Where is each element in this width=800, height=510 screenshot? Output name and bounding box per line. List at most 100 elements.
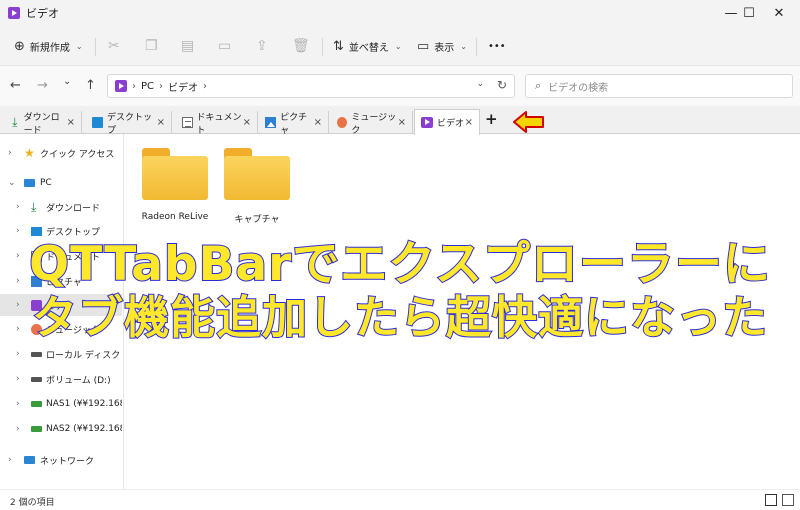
close-button[interactable]: ✕ (756, 0, 800, 26)
details-view-icon[interactable] (765, 494, 777, 506)
new-icon: ⊕ (14, 38, 25, 54)
more-button[interactable]: ••• (488, 34, 506, 58)
tab-pictures[interactable]: ピクチャ × (259, 111, 329, 136)
tab-desktop[interactable]: デスクトップ × (86, 111, 172, 136)
sidebar-item-nas1[interactable]: › NAS1 (¥¥192.168.0 (0, 393, 122, 415)
folder-radeon-relive[interactable] (142, 148, 208, 200)
network-icon (24, 456, 35, 464)
copy-button[interactable]: ❐ (145, 34, 163, 58)
tab-video[interactable]: ビデオ × (414, 109, 480, 135)
recent-locations-button[interactable]: ⌄ (63, 76, 71, 87)
drive-icon (31, 352, 42, 357)
tab-close-icon[interactable]: × (314, 117, 322, 128)
breadcrumb-pc[interactable]: PC (141, 81, 154, 92)
share-button[interactable]: ⇪ (256, 34, 273, 58)
chevron-down-icon: ⌄ (460, 41, 467, 51)
chevron-down-icon: ⌄ (394, 41, 402, 51)
title-bar: ビデオ (0, 0, 800, 26)
expand-chevron-icon: › (8, 455, 12, 465)
tab-label: デスクトップ (107, 112, 153, 136)
search-box[interactable]: ⌕ ビデオの検索 (525, 74, 793, 98)
folder-icon-body (142, 156, 208, 200)
breadcrumb-video[interactable]: ビデオ (168, 79, 198, 94)
overlay-headline-line2: タブ機能追加したら超快適になった (31, 290, 768, 345)
divider (95, 38, 96, 56)
address-bar[interactable]: › PC › ビデオ › ⌄ ↻ (107, 74, 515, 98)
tab-downloads[interactable]: ⤓ ダウンロード × (4, 111, 82, 136)
tab-documents[interactable]: ドキュメント × (176, 111, 258, 136)
divider (322, 38, 323, 56)
sidebar-item-label: ダウンロード (46, 203, 101, 214)
network-drive-icon (31, 426, 42, 432)
refresh-icon[interactable]: ↻ (497, 78, 507, 92)
large-icons-view-icon[interactable] (782, 494, 794, 506)
tab-label: ビデオ (437, 119, 465, 129)
tab-bar: ⤓ ダウンロード × デスクトップ × ドキュメント × ピクチャ × ミュージ… (0, 106, 800, 136)
new-tab-button[interactable]: + (485, 110, 498, 128)
sidebar-item-quick-access[interactable]: › ★ クイック アクセス (0, 142, 122, 164)
star-icon: ★ (24, 145, 35, 160)
rename-button[interactable]: ▭ (218, 34, 236, 58)
copy-icon: ❐ (145, 38, 158, 54)
sidebar-item-drive-c[interactable]: › ローカル ディスク (C:) (0, 343, 122, 365)
paste-button[interactable]: ▤ (181, 34, 199, 58)
folder-capture[interactable] (224, 148, 290, 200)
sidebar-item-network[interactable]: › ネットワーク (0, 449, 122, 471)
new-button[interactable]: ⊕ 新規作成 ⌄ (14, 34, 83, 58)
sidebar-item-pc[interactable]: ⌄ PC (0, 172, 122, 194)
tab-close-icon[interactable]: × (398, 117, 406, 128)
tab-label: ピクチャ (280, 112, 308, 136)
tab-close-icon[interactable]: × (157, 117, 165, 128)
sidebar-item-label: ローカル ディスク (C:) (46, 350, 122, 361)
share-icon: ⇪ (256, 38, 268, 54)
expand-chevron-icon: › (16, 399, 20, 409)
expand-chevron-icon: › (16, 349, 20, 359)
view-button[interactable]: ▭ 表示 ⌄ (417, 34, 467, 58)
sort-label: 並べ替え (348, 42, 389, 54)
tab-close-icon[interactable]: × (243, 117, 251, 128)
search-icon: ⌕ (535, 79, 542, 92)
expand-chevron-icon: › (8, 148, 12, 158)
more-icon: ••• (488, 40, 506, 52)
breadcrumb-separator-icon: › (159, 80, 164, 92)
search-placeholder: ビデオの検索 (548, 82, 609, 94)
sidebar-item-nas2[interactable]: › NAS2 (¥¥192.168.0 (0, 418, 122, 440)
divider (476, 38, 477, 56)
cut-icon: ✂ (108, 38, 120, 54)
document-icon (182, 117, 193, 128)
sidebar-item-label: クイック アクセス (40, 149, 115, 160)
paste-icon: ▤ (181, 38, 195, 54)
expand-chevron-icon: › (16, 374, 20, 384)
tab-music[interactable]: ミュージック × (331, 111, 413, 136)
download-icon: ⤓ (31, 199, 37, 214)
collapse-chevron-icon: ⌄ (8, 178, 16, 188)
sidebar-item-label: ネットワーク (40, 456, 95, 467)
tab-close-icon[interactable]: × (67, 117, 75, 128)
sidebar-item-downloads[interactable]: › ⤓ ダウンロード (0, 196, 122, 218)
cut-button[interactable]: ✂ (108, 34, 125, 58)
back-button[interactable]: ← (10, 78, 21, 93)
status-bar: 2 個の項目 (0, 489, 800, 510)
sort-button[interactable]: ⇅ 並べ替え ⌄ (333, 34, 402, 58)
music-icon (337, 117, 348, 128)
tab-label: ミュージック (351, 112, 397, 136)
address-dropdown-icon[interactable]: ⌄ (476, 79, 484, 89)
command-bar: ⊕ 新規作成 ⌄ ✂ ❐ ▤ ▭ ⇪ 🗑 ⇅ 並べ替え ⌄ ▭ 表示 ⌄ ••• (0, 26, 800, 66)
forward-button[interactable]: → (37, 78, 48, 93)
tab-label: ドキュメント (196, 112, 242, 136)
left-arrow-annotation-icon (513, 111, 544, 133)
breadcrumb-separator-icon: › (132, 80, 136, 92)
pictures-icon (265, 117, 277, 128)
drive-icon (31, 377, 42, 382)
video-folder-icon (115, 80, 127, 92)
delete-button[interactable]: 🗑 (292, 34, 315, 58)
video-icon (421, 117, 433, 128)
sidebar-item-drive-d[interactable]: › ボリューム (D:) (0, 368, 122, 390)
sidebar-item-label: NAS2 (¥¥192.168.0 (46, 424, 122, 434)
view-icon: ▭ (417, 38, 430, 54)
up-button[interactable]: ↑ (85, 78, 96, 93)
desktop-icon (92, 117, 104, 128)
pc-icon (24, 179, 35, 187)
tab-close-icon[interactable]: × (465, 117, 473, 128)
sidebar-item-label: PC (40, 178, 52, 188)
